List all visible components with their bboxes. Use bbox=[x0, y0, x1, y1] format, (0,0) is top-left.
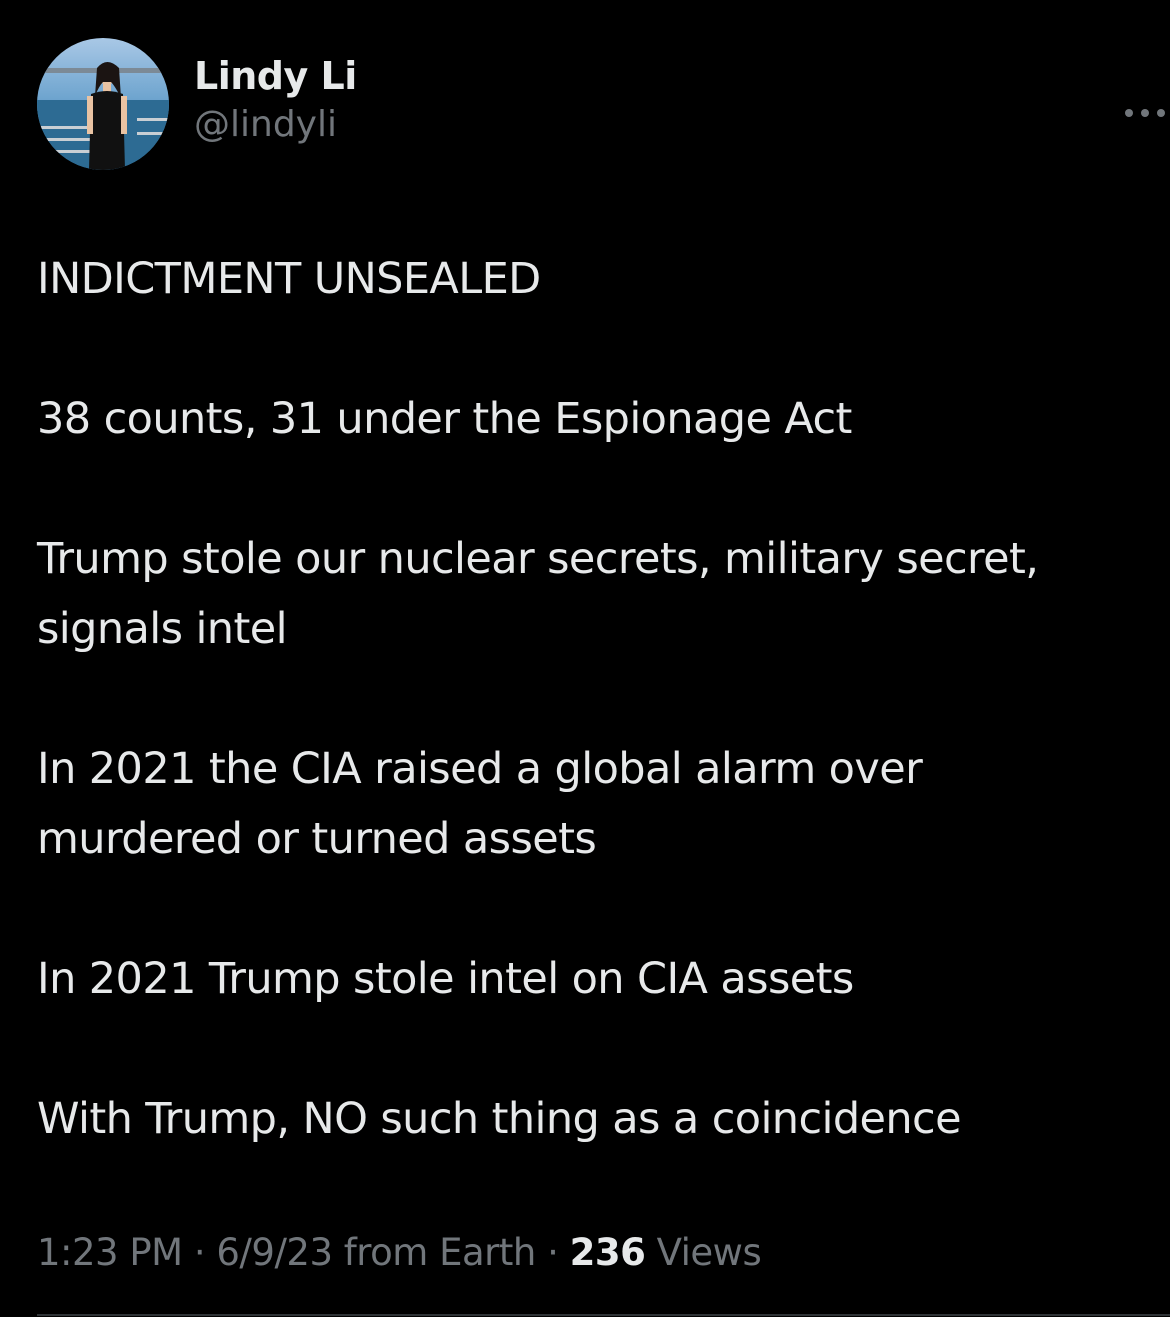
avatar-photo bbox=[37, 38, 169, 170]
tweet-text: INDICTMENT UNSEALED 38 counts, 31 under … bbox=[37, 244, 1137, 1154]
tweet-paragraph: 38 counts, 31 under the Espionage Act bbox=[37, 394, 852, 444]
tweet-paragraph: INDICTMENT UNSEALED bbox=[37, 254, 541, 304]
more-options-button[interactable] bbox=[1117, 98, 1170, 128]
avatar[interactable] bbox=[37, 38, 169, 170]
divider bbox=[37, 1314, 1170, 1316]
tweet-time[interactable]: 1:23 PM bbox=[37, 1231, 183, 1274]
more-horizontal-icon bbox=[1125, 109, 1165, 117]
views-label[interactable]: Views bbox=[645, 1231, 762, 1274]
tweet-metadata: 1:23 PM · 6/9/23 from Earth · 236 Views bbox=[37, 1226, 762, 1280]
tweet-header: Lindy Li @lindyli bbox=[37, 38, 1165, 170]
tweet-paragraph: In 2021 the CIA raised a global alarm ov… bbox=[37, 744, 923, 864]
meta-separator: · bbox=[535, 1231, 570, 1274]
tweet-card: Lindy Li @lindyli INDICTMENT UNSEALED 38… bbox=[0, 0, 1170, 1317]
tweet-paragraph: In 2021 Trump stole intel on CIA assets bbox=[37, 954, 854, 1004]
tweet-source: from Earth bbox=[332, 1231, 537, 1274]
author-names: Lindy Li @lindyli bbox=[194, 52, 357, 148]
meta-separator: · bbox=[182, 1231, 217, 1274]
tweet-paragraph: With Trump, NO such thing as a coinciden… bbox=[37, 1094, 962, 1144]
tweet-date[interactable]: 6/9/23 bbox=[216, 1231, 333, 1274]
author-display-name[interactable]: Lindy Li bbox=[194, 52, 357, 100]
tweet-paragraph: Trump stole our nuclear secrets, militar… bbox=[37, 534, 1039, 654]
views-count[interactable]: 236 bbox=[570, 1231, 646, 1274]
author-handle[interactable]: @lindyli bbox=[194, 102, 357, 148]
